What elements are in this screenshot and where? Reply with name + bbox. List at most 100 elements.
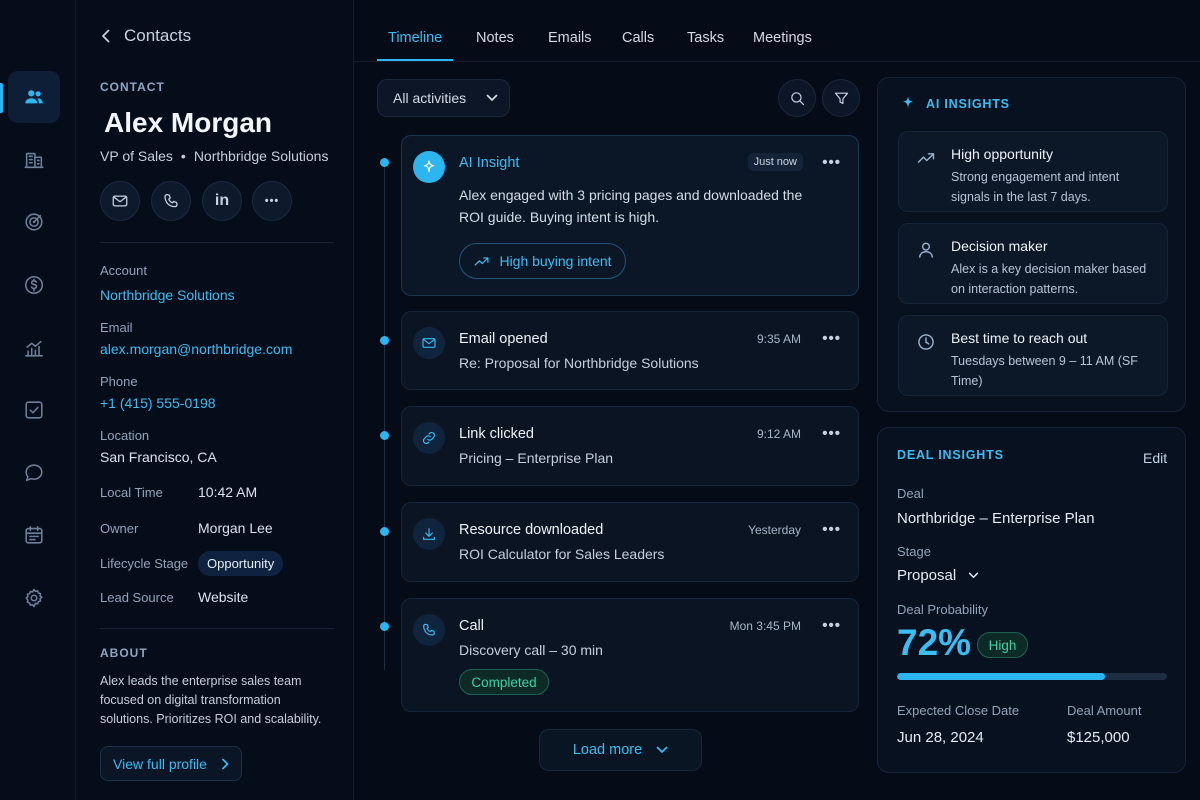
tab-timeline[interactable]: Timeline [388, 30, 442, 46]
mail-icon [112, 195, 128, 207]
stage-label: Stage [897, 544, 931, 559]
tab-notes[interactable]: Notes [476, 30, 514, 46]
view-full-profile-button[interactable]: View full profile [100, 746, 242, 781]
back-label: Contacts [124, 26, 192, 45]
target-icon [25, 213, 43, 231]
role-separator: • [180, 148, 186, 164]
email-link[interactable]: alex.morgan@northbridge.com [100, 341, 292, 357]
about-text: Alex leads the enterprise sales team foc… [100, 674, 322, 726]
edit-deal-button[interactable]: Edit [1143, 450, 1167, 466]
timeline-item-link-clicked[interactable]: Link clicked Pricing – Enterprise Plan 9… [401, 406, 859, 486]
timeline-dot [380, 431, 389, 440]
card-more-button[interactable]: ••• [822, 330, 841, 347]
sparkle-icon [902, 96, 914, 109]
email-action-button[interactable] [100, 181, 140, 221]
clock-icon [918, 334, 934, 350]
deal-link[interactable]: Northbridge – Enterprise Plan [897, 510, 1095, 527]
tab-emails[interactable]: Emails [548, 30, 592, 46]
nav-calendar[interactable] [8, 509, 60, 561]
trend-up-icon [474, 256, 489, 266]
view-profile-label: View full profile [113, 755, 207, 772]
deal-insights-panel [877, 427, 1186, 773]
linkedin-action-button[interactable]: in [202, 181, 242, 221]
trend-up-icon [917, 153, 935, 163]
ai-insights-panel: AI INSIGHTS High opportunity Strong enga… [877, 77, 1186, 412]
insight-title: High opportunity [951, 146, 1053, 162]
chevron-right-icon [222, 758, 229, 769]
nav-tasks[interactable] [8, 384, 60, 436]
nav-messages[interactable] [8, 447, 60, 499]
timeline-item-time: Yesterday [748, 523, 801, 537]
timeline-dot [380, 622, 389, 631]
insight-card[interactable]: Best time to reach out Tuesdays between … [898, 315, 1168, 396]
more-actions-button[interactable]: ••• [252, 181, 292, 221]
load-more-button[interactable]: Load more [539, 729, 702, 771]
lead-source-value: Website [198, 589, 249, 605]
card-more-button[interactable]: ••• [822, 154, 841, 171]
linkedin-icon: in [214, 192, 230, 209]
timeline-item-title: Email opened [459, 331, 548, 347]
chevron-down-icon [969, 572, 979, 578]
more-icon: ••• [264, 195, 280, 207]
contact-title: VP of Sales [100, 148, 173, 164]
insight-card[interactable]: Decision maker Alex is a key decision ma… [898, 223, 1168, 304]
ai-insight-title: AI Insight [459, 155, 520, 171]
ai-insight-card[interactable]: AI Insight Just now ••• Alex engaged wit… [401, 135, 859, 296]
completed-status-badge: Completed [459, 669, 549, 695]
insight-title: Decision maker [951, 238, 1048, 254]
timeline-item-subtitle: Re: Proposal for Northbridge Solutions [459, 355, 699, 371]
contact-panel: Contacts CONTACT Alex Morgan VP of Sales… [76, 0, 354, 800]
activity-filter-dropdown[interactable]: All activities [377, 79, 510, 117]
dollar-icon [24, 275, 44, 295]
divider [100, 242, 334, 243]
timeline-item-email-opened[interactable]: Email opened Re: Proposal for Northbridg… [401, 311, 859, 390]
nav-companies[interactable] [8, 134, 60, 186]
settings-icon [25, 588, 43, 608]
probability-value: 72% [897, 622, 972, 663]
sparkle-icon [413, 151, 445, 183]
timeline-item-call[interactable]: Call Discovery call – 30 min Mon 3:45 PM… [401, 598, 859, 712]
ai-insight-time: Just now [747, 153, 803, 171]
card-more-button[interactable]: ••• [822, 425, 841, 442]
location-label: Location [100, 428, 150, 443]
timeline-dot [380, 527, 389, 536]
deal-label: Deal [897, 486, 924, 501]
active-indicator [0, 83, 3, 113]
nav-reports[interactable] [8, 322, 60, 374]
stage-dropdown[interactable]: Proposal [897, 567, 979, 584]
building-icon [24, 152, 44, 169]
account-label: Account [100, 263, 147, 278]
timeline-item-time: 9:12 AM [756, 427, 801, 441]
phone-label: Phone [100, 374, 138, 389]
chart-icon [24, 340, 44, 357]
deal-amount-label: Deal Amount [1067, 703, 1142, 718]
timeline-item-time: 9:35 AM [756, 332, 801, 346]
ai-insights-title: AI INSIGHTS [926, 97, 1010, 111]
nav-settings[interactable] [8, 572, 60, 624]
card-more-button[interactable]: ••• [822, 521, 841, 538]
nav-deals[interactable] [8, 259, 60, 311]
call-action-button[interactable] [151, 181, 191, 221]
nav-contacts[interactable] [8, 71, 60, 123]
probability-label: Deal Probability [897, 602, 989, 617]
timeline-dot [380, 336, 389, 345]
owner-link[interactable]: Morgan Lee [198, 520, 273, 536]
local-time-label: Local Time [100, 485, 163, 500]
location-value: San Francisco, CA [100, 449, 217, 465]
high-buying-intent-chip[interactable]: High buying intent [459, 243, 626, 279]
card-more-button[interactable]: ••• [822, 617, 841, 634]
back-to-contacts[interactable]: Contacts [100, 26, 191, 46]
filter-button[interactable] [822, 79, 860, 117]
insight-card[interactable]: High opportunity Strong engagement and i… [898, 131, 1168, 212]
phone-link[interactable]: +1 (415) 555-0198 [100, 395, 216, 411]
lead-source-label: Lead Source [100, 590, 174, 605]
timeline-item-resource-downloaded[interactable]: Resource downloaded ROI Calculator for S… [401, 502, 859, 582]
lifecycle-badge: Opportunity [198, 551, 284, 576]
tab-calls[interactable]: Calls [622, 30, 654, 46]
tab-meetings[interactable]: Meetings [753, 30, 812, 46]
nav-goals[interactable] [8, 196, 60, 248]
tab-tasks[interactable]: Tasks [687, 30, 724, 46]
account-link[interactable]: Northbridge Solutions [100, 287, 235, 303]
search-button[interactable] [778, 79, 816, 117]
timeline-item-subtitle: ROI Calculator for Sales Leaders [459, 546, 665, 562]
